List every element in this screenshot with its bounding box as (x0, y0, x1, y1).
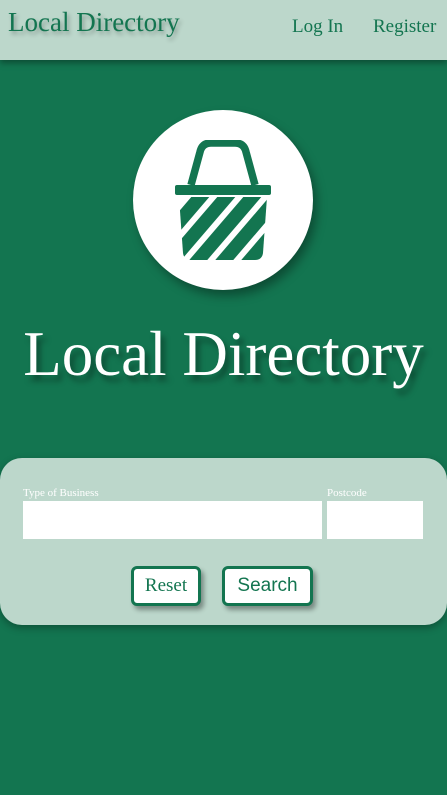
brand-title[interactable]: Local Directory (8, 7, 180, 38)
login-link[interactable]: Log In (292, 16, 343, 38)
register-link[interactable]: Register (373, 16, 436, 38)
business-type-label: Type of Business (23, 487, 99, 499)
reset-button[interactable]: Reset (131, 566, 201, 606)
hero-title: Local Directory (23, 319, 424, 389)
basket-icon (175, 140, 271, 260)
search-button[interactable]: Search (222, 566, 313, 606)
business-type-input[interactable] (23, 501, 322, 539)
postcode-input[interactable] (327, 501, 423, 539)
top-navbar: Local Directory Log In Register (0, 0, 447, 60)
search-panel: Type of Business Postcode Reset Search (0, 458, 447, 625)
postcode-label: Postcode (327, 487, 367, 499)
logo-badge (133, 110, 313, 290)
